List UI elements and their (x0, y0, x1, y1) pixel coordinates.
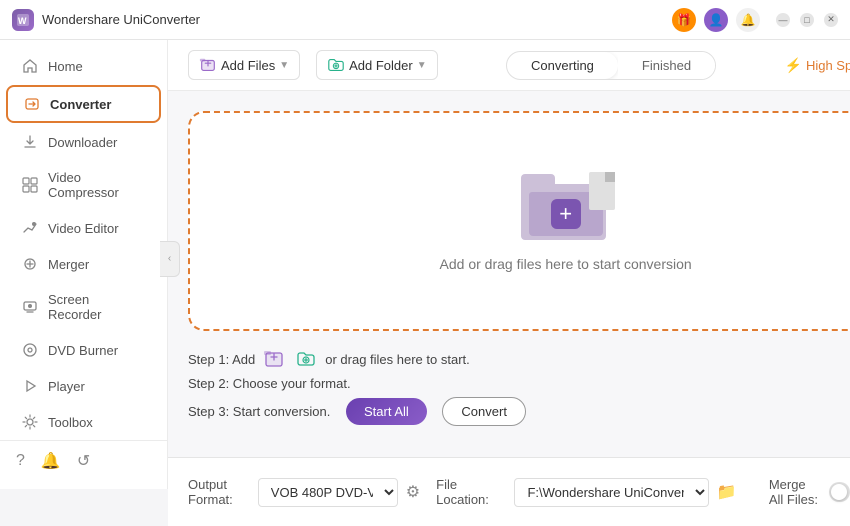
sidebar-item-video-editor[interactable]: Video Editor (6, 211, 161, 245)
folder-illustration: + (521, 170, 611, 240)
step1-add-files-icon (263, 348, 285, 370)
sidebar-label-screen-recorder: Screen Recorder (48, 292, 145, 322)
step1-drag-text: or drag files here to start. (325, 352, 470, 367)
sidebar-item-home[interactable]: Home (6, 49, 161, 83)
sidebar-label-downloader: Downloader (48, 135, 117, 150)
titlebar-action-icons: 🎁 👤 🔔 (672, 8, 760, 32)
output-format-settings-icon[interactable]: ⚙ (406, 482, 420, 502)
tab-converting[interactable]: Converting (507, 52, 618, 79)
add-folder-chevron: ▼ (417, 60, 427, 71)
tab-finished[interactable]: Finished (618, 52, 715, 79)
drop-zone-text: Add or drag files here to start conversi… (440, 256, 692, 272)
app-title: Wondershare UniConverter (42, 12, 672, 27)
file-location-browse-icon[interactable]: 📁 (717, 482, 737, 502)
start-all-button[interactable]: Start All (346, 398, 427, 425)
sidebar-item-dvd-burner[interactable]: DVD Burner (6, 333, 161, 367)
screen-recorder-icon (22, 299, 38, 315)
sidebar-footer: ? 🔔 ↺ (0, 440, 167, 481)
video-compressor-icon (22, 177, 38, 193)
step-1: Step 1: Add (188, 345, 850, 373)
high-speed-label: High Speed Conversion (806, 58, 850, 73)
output-format-label: Output Format: (188, 477, 250, 507)
step2-text: Step 2: Choose your format. (188, 376, 351, 391)
step3-text: Step 3: Start conversion. (188, 404, 330, 419)
sidebar-item-player[interactable]: Player (6, 369, 161, 403)
sidebar-label-merger: Merger (48, 257, 89, 272)
merge-files-label: Merge All Files: (769, 477, 821, 507)
sidebar-label-dvd-burner: DVD Burner (48, 343, 118, 358)
gift-icon[interactable]: 🎁 (672, 8, 696, 32)
sidebar-item-merger[interactable]: Merger (6, 247, 161, 281)
step1-text: Step 1: Add (188, 352, 255, 367)
add-files-icon (199, 56, 217, 74)
file-location-field: File Location: F:\Wondershare UniConvert… (436, 477, 737, 507)
add-files-button[interactable]: Add Files ▼ (188, 50, 300, 80)
folder-doc-corner (605, 172, 615, 182)
notification-icon[interactable]: 🔔 (41, 451, 61, 471)
sidebar-item-converter[interactable]: Converter (6, 85, 161, 123)
sidebar-label-home: Home (48, 59, 83, 74)
add-files-label: Add Files (221, 58, 275, 73)
close-button[interactable]: ✕ (824, 13, 838, 27)
folder-doc (589, 172, 615, 210)
steps-section: Step 1: Add (188, 331, 850, 437)
app-icon: W (12, 9, 34, 31)
bottom-bar: Output Format: VOB 480P DVD-Vi... ⚙ File… (168, 457, 850, 526)
sidebar-label-video-compressor: Video Compressor (48, 170, 145, 200)
tab-group: Converting Finished (506, 51, 716, 80)
drop-zone[interactable]: + Add or drag files here to start conver… (188, 111, 850, 331)
bell-icon[interactable]: 🔔 (736, 8, 760, 32)
high-speed-conversion[interactable]: ⚡ High Speed Conversion (785, 57, 850, 74)
sidebar-item-screen-recorder[interactable]: Screen Recorder (6, 283, 161, 331)
toolbar: Add Files ▼ Add Folder ▼ Converting Fini… (168, 40, 850, 91)
minimize-button[interactable]: — (776, 13, 790, 27)
window-controls: — □ ✕ (776, 13, 838, 27)
output-format-field: Output Format: VOB 480P DVD-Vi... ⚙ (188, 477, 420, 507)
convert-button[interactable]: Convert (442, 397, 526, 426)
titlebar: W Wondershare UniConverter 🎁 👤 🔔 — □ ✕ (0, 0, 850, 40)
content-area: Add Files ▼ Add Folder ▼ Converting Fini… (168, 40, 850, 526)
sidebar-item-toolbox[interactable]: Toolbox (6, 405, 161, 439)
sidebar: Home Converter Downloa (0, 40, 168, 489)
sidebar-label-player: Player (48, 379, 85, 394)
folder-plus-button: + (551, 199, 581, 229)
add-folder-button[interactable]: Add Folder ▼ (316, 50, 438, 80)
sidebar-label-converter: Converter (50, 97, 111, 112)
merge-all-files-toggle: Merge All Files: (769, 477, 850, 507)
output-format-select[interactable]: VOB 480P DVD-Vi... (258, 478, 398, 507)
toolbox-icon (22, 414, 38, 430)
converter-icon (24, 96, 40, 112)
add-folder-label: Add Folder (349, 58, 413, 73)
home-icon (22, 58, 38, 74)
main-layout: Home Converter Downloa (0, 40, 850, 526)
sidebar-collapse-button[interactable]: ‹ (160, 241, 180, 277)
sidebar-item-video-compressor[interactable]: Video Compressor (6, 161, 161, 209)
drop-area: + Add or drag files here to start conver… (168, 91, 850, 457)
step-2: Step 2: Choose your format. (188, 373, 850, 394)
step1-add-folder-icon (295, 348, 317, 370)
folder-tab (521, 174, 555, 188)
sidebar-label-video-editor: Video Editor (48, 221, 119, 236)
step-3: Step 3: Start conversion. Start All Conv… (188, 394, 850, 429)
svg-text:W: W (18, 16, 27, 26)
dvd-burner-icon (22, 342, 38, 358)
sidebar-wrapper: Home Converter Downloa (0, 40, 168, 526)
file-location-select[interactable]: F:\Wondershare UniConverter (514, 478, 708, 507)
file-location-label: File Location: (436, 477, 506, 507)
merge-toggle-switch[interactable] (829, 482, 850, 502)
maximize-button[interactable]: □ (800, 13, 814, 27)
video-editor-icon (22, 220, 38, 236)
player-icon (22, 378, 38, 394)
sidebar-item-downloader[interactable]: Downloader (6, 125, 161, 159)
merger-icon (22, 256, 38, 272)
add-files-chevron: ▼ (279, 60, 289, 71)
add-folder-icon (327, 56, 345, 74)
toggle-knob (831, 484, 847, 500)
user-icon[interactable]: 👤 (704, 8, 728, 32)
downloader-icon (22, 134, 38, 150)
refresh-icon[interactable]: ↺ (77, 451, 90, 471)
sidebar-label-toolbox: Toolbox (48, 415, 93, 430)
lightning-icon: ⚡ (785, 57, 802, 74)
help-icon[interactable]: ? (16, 452, 25, 470)
